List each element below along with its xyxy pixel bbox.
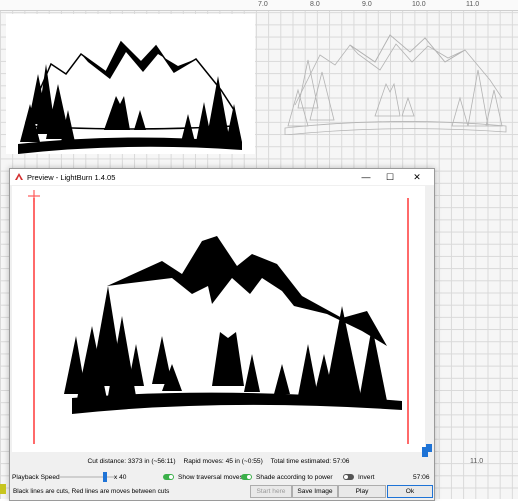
total-time: Total time estimated: 57:06	[270, 458, 350, 465]
close-button[interactable]: ✕	[406, 169, 428, 185]
ruler-label: 11.0	[466, 1, 480, 8]
workspace-corner-marker	[0, 484, 6, 494]
ruler-label: 10.0	[412, 1, 426, 8]
playback-speed-slider[interactable]	[60, 476, 116, 478]
lightburn-logo-icon	[14, 172, 24, 182]
design-artwork[interactable]	[6, 14, 255, 154]
artwork-silhouette	[18, 40, 242, 154]
invert-toggle[interactable]	[343, 474, 354, 480]
ruler-label: 7.0	[258, 1, 268, 8]
legend-text: Black lines are cuts, Red lines are move…	[13, 488, 170, 495]
start-here-button[interactable]: Start here	[250, 485, 292, 498]
preview-canvas[interactable]	[12, 186, 425, 452]
outline-artwork	[284, 34, 507, 136]
play-button[interactable]: Play	[338, 485, 386, 498]
title-bar[interactable]: Preview - LightBurn 1.4.05 — ☐ ✕	[10, 169, 434, 185]
preview-window: Preview - LightBurn 1.4.05 — ☐ ✕ Cut dis…	[9, 168, 435, 501]
show-traversal-toggle[interactable]	[163, 474, 174, 480]
show-traversal-label: Show traversal moves	[178, 474, 243, 481]
vertical-scrollbar[interactable]	[426, 186, 432, 452]
preview-drawing	[28, 190, 409, 444]
minimize-button[interactable]: —	[355, 169, 377, 185]
ruler-label: 8.0	[310, 1, 320, 8]
estimate-status: Cut distance: 3373 in (~56:11) Rapid mov…	[12, 458, 425, 465]
playback-speed-slider-thumb[interactable]	[102, 472, 107, 482]
preview-cut-paths	[64, 236, 402, 414]
shade-power-toggle[interactable]	[241, 474, 252, 480]
maximize-button[interactable]: ☐	[379, 169, 401, 185]
design-outline[interactable]	[280, 10, 512, 136]
invert-label: Invert	[358, 474, 375, 481]
playback-speed-label: Playback Speed	[12, 474, 60, 481]
save-image-button[interactable]: Save Image	[292, 485, 338, 498]
workspace-scrollbar-thumb[interactable]	[422, 447, 428, 457]
ruler-label: 11.0	[470, 458, 484, 465]
shade-power-label: Shade according to power	[256, 474, 333, 481]
window-title: Preview - LightBurn 1.4.05	[27, 173, 116, 182]
ruler-label: 9.0	[362, 1, 372, 8]
speed-multiplier: x 40	[114, 474, 127, 481]
rapid-moves: Rapid moves: 45 in (~0:55)	[183, 458, 263, 465]
elapsed-time: 57:06	[413, 474, 430, 481]
ok-button[interactable]: Ok	[387, 485, 433, 498]
cut-distance: Cut distance: 3373 in (~56:11)	[87, 458, 176, 465]
